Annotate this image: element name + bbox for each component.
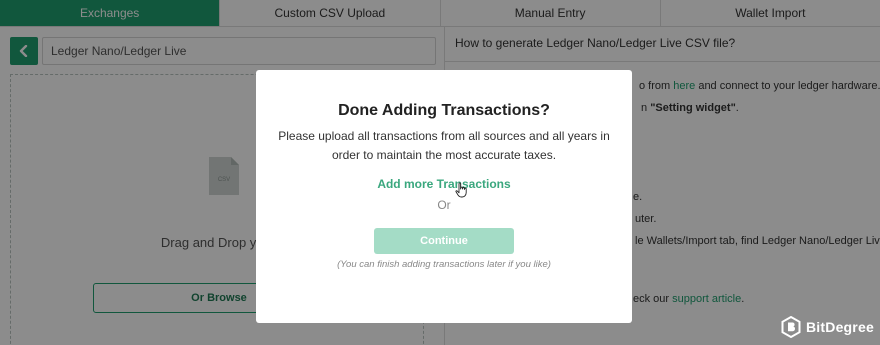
modal-body-text: Please upload all transactions from all … bbox=[278, 129, 610, 162]
modal-title: Done Adding Transactions? bbox=[338, 102, 550, 119]
bitdegree-logo-icon bbox=[781, 316, 801, 338]
bitdegree-watermark-text: BitDegree bbox=[806, 319, 874, 335]
done-adding-modal: Done Adding Transactions? Please upload … bbox=[256, 70, 632, 323]
add-more-transactions-link[interactable]: Add more Transactions bbox=[256, 177, 632, 191]
or-separator: Or bbox=[437, 198, 451, 212]
hand-cursor-icon bbox=[455, 182, 467, 198]
continue-button[interactable]: Continue bbox=[374, 228, 514, 254]
bitdegree-watermark: BitDegree bbox=[781, 316, 874, 338]
continue-hint-text: (You can finish adding transactions late… bbox=[337, 259, 551, 270]
